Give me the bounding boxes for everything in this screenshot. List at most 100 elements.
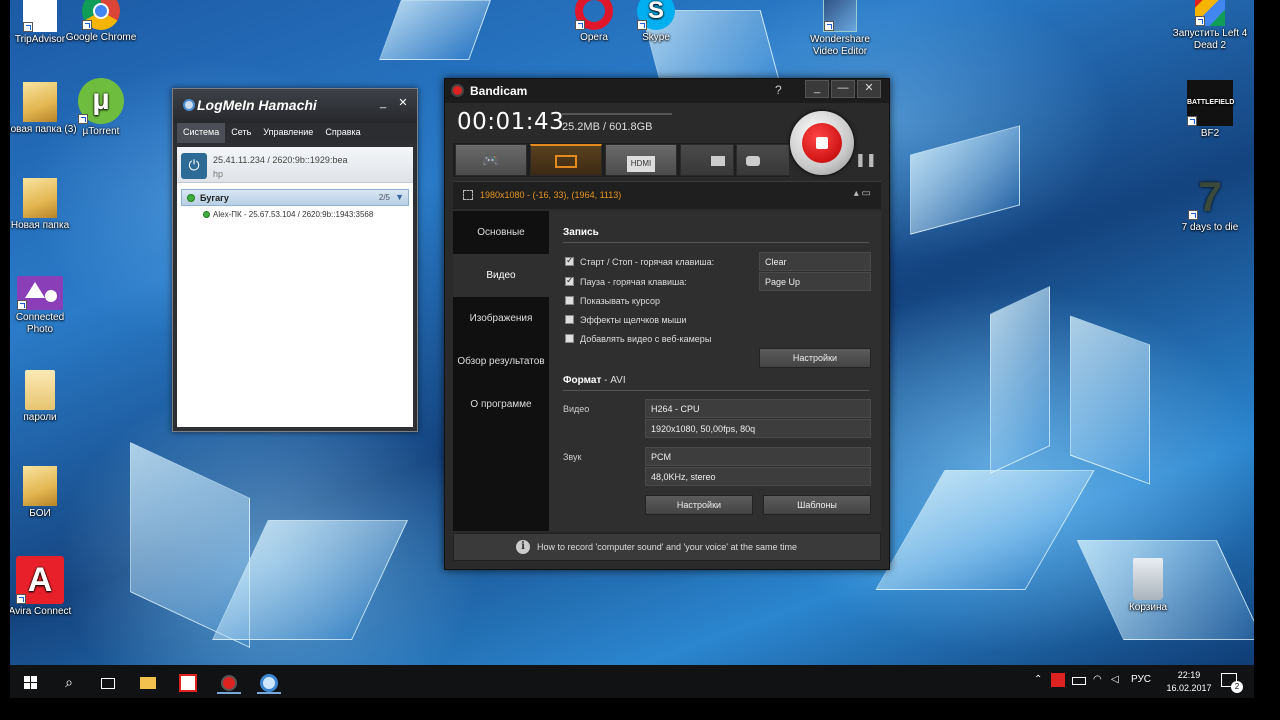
templates-button[interactable]: Шаблоны	[763, 495, 871, 515]
shortcut-arrow-icon	[1188, 210, 1198, 220]
menu-network[interactable]: Сеть	[225, 123, 257, 143]
7-days-to-die-icon: 7	[1188, 174, 1232, 220]
close-button[interactable]: ✕	[857, 80, 881, 98]
power-icon[interactable]: ⏻	[181, 153, 207, 179]
screen-mode-button[interactable]	[530, 144, 602, 176]
desktop-icon-bf2[interactable]: BATTLEFIELD BF2	[1172, 80, 1248, 140]
shortcut-arrow-icon	[17, 300, 27, 310]
webcam-checkbox[interactable]: Добавлять видео с веб-камеры	[565, 334, 711, 344]
desktop-icon-recycle-bin[interactable]: Корзина	[1110, 558, 1186, 614]
menu-system[interactable]: Система	[177, 123, 226, 143]
hotkey-pause-checkbox[interactable]: Пауза - горячая клавиша:	[565, 275, 687, 287]
search-icon[interactable]: ⌕	[57, 670, 81, 694]
chevron-up-icon[interactable]: ⌃	[1034, 674, 1042, 685]
bandicam-title: Bandicam	[470, 84, 528, 98]
avira-tray-icon[interactable]	[1051, 673, 1065, 687]
hamachi-minimize-button[interactable]: _	[375, 96, 391, 112]
show-cursor-checkbox[interactable]: Показывать курсор	[565, 296, 660, 306]
checkbox-icon	[565, 315, 574, 324]
desktop-icon-connected-photo[interactable]: Connected Photo	[10, 276, 78, 336]
shortcut-arrow-icon	[1195, 16, 1205, 26]
bandicam-taskbar-icon[interactable]	[217, 670, 241, 694]
minimize-button[interactable]: _	[805, 80, 829, 98]
tripadvisor-icon	[23, 0, 57, 32]
menu-manage[interactable]: Управление	[257, 123, 319, 143]
nav-about[interactable]: О программе	[453, 383, 549, 426]
hdmi-mode-button[interactable]: HDMI	[605, 144, 677, 176]
hamachi-logo-icon	[183, 99, 195, 111]
audio-codec-field[interactable]: PCM	[645, 447, 871, 466]
desktop-icon-label: БОИ	[29, 508, 51, 519]
folder-button[interactable]	[680, 144, 734, 176]
clock[interactable]: 22:19 16.02.2017	[1161, 669, 1217, 695]
nav-general[interactable]: Основные	[453, 211, 549, 254]
battlefield-icon: BATTLEFIELD	[1187, 80, 1234, 126]
hotkey-pause-field[interactable]: Page Up	[759, 272, 871, 291]
bandicam-titlebar[interactable]: Bandicam ? _ — ✕	[445, 79, 889, 103]
desktop-icon-avira-connect[interactable]: A Avira Connect	[10, 556, 78, 618]
desktop-icon-left4dead2[interactable]: Запустить Left 4 Dead 2	[1172, 0, 1248, 52]
desktop-icon-skype[interactable]: S Skype	[618, 0, 694, 44]
selection-rectangle-icon[interactable]	[463, 190, 473, 200]
desktop-icon-label: Opera	[580, 32, 608, 43]
online-status-icon	[187, 194, 195, 202]
desktop-icon-new-folder[interactable]: Новая папка	[10, 178, 78, 232]
hamachi-menubar: Система Сеть Управление Справка	[173, 123, 417, 143]
shortcut-arrow-icon	[637, 20, 647, 30]
hotkey-start-checkbox[interactable]: Старт / Стоп - горячая клавиша:	[565, 255, 714, 267]
click-effects-checkbox[interactable]: Эффекты щелчков мыши	[565, 315, 686, 325]
desktop-icon-wondershare[interactable]: Wondershare Video Editor	[802, 0, 878, 58]
desktop-icon-google-chrome[interactable]: Google Chrome	[63, 0, 139, 44]
chevron-down-icon[interactable]: ▼	[395, 192, 404, 202]
avira-taskbar-icon[interactable]	[176, 670, 200, 694]
video-codec-field[interactable]: H264 - CPU	[645, 399, 871, 418]
desktop-icon-label: Avira Connect	[10, 606, 72, 617]
task-view-icon[interactable]	[96, 670, 120, 694]
desktop-icon-utorrent[interactable]: µ µTorrent	[63, 78, 139, 138]
nav-output[interactable]: Обзор результатов	[453, 340, 549, 383]
settings-panel: Основные Видео Изображения Обзор результ…	[453, 211, 881, 531]
network-row[interactable]: Бугагу 2/5 ▼	[181, 189, 409, 206]
maximize-button[interactable]: —	[831, 80, 855, 98]
wallpaper-ice-shard	[875, 470, 1095, 590]
menu-help[interactable]: Справка	[319, 123, 366, 143]
checkbox-label: Пауза - горячая клавиша:	[580, 277, 687, 287]
video-params-field[interactable]: 1920x1080, 50,00fps, 80q	[645, 419, 871, 438]
game-mode-button[interactable]: 🎮	[455, 144, 527, 176]
volume-icon[interactable]: ◁	[1111, 674, 1119, 685]
hamachi-taskbar-icon[interactable]	[257, 670, 281, 694]
hamachi-close-button[interactable]: ✕	[395, 96, 411, 112]
language-indicator[interactable]: РУС	[1131, 674, 1151, 685]
desktop-icon-label: Новая папка	[10, 220, 70, 231]
text-file-icon	[25, 370, 55, 410]
folder-open-icon	[711, 156, 725, 166]
mode-toolbar: 🎮 HDMI	[453, 143, 790, 177]
collapse-window-icon[interactable]: ▴ ▭	[854, 188, 871, 199]
nav-video[interactable]: Видео	[453, 254, 549, 297]
screenshot-button[interactable]	[736, 144, 790, 176]
tip-bar[interactable]: i How to record 'computer sound' and 'yo…	[453, 533, 881, 561]
hotkey-start-field[interactable]: Clear	[759, 252, 871, 271]
desktop-icon-boi[interactable]: БОИ	[10, 466, 78, 520]
record-stop-button[interactable]	[790, 111, 854, 175]
desktop-icon-label: Google Chrome	[65, 32, 137, 43]
help-button[interactable]: ?	[775, 83, 782, 97]
desktop-icon-7-days-to-die[interactable]: 7 7 days to die	[1172, 174, 1248, 234]
audio-params-field[interactable]: 48,0KHz, stereo	[645, 467, 871, 486]
desktop-icon-label: Wondershare Video Editor	[810, 34, 870, 57]
wifi-icon[interactable]: ◠	[1093, 674, 1102, 685]
battery-icon[interactable]	[1072, 677, 1086, 685]
nav-images[interactable]: Изображения	[453, 297, 549, 340]
capture-area-text: 1980x1080 - (-16, 33), (1964, 1113)	[480, 190, 622, 200]
peer-row[interactable]: Alex-ПК - 25.67.53.104 / 2620:9b::1943:3…	[203, 206, 413, 222]
file-explorer-icon[interactable]	[136, 670, 160, 694]
pause-button[interactable]: ❚❚	[855, 152, 877, 168]
checkbox-icon	[565, 296, 574, 305]
camera-icon	[746, 156, 760, 166]
format-settings-button[interactable]: Настройки	[645, 495, 753, 515]
desktop-icon-passwords[interactable]: пароли	[10, 370, 78, 424]
record-settings-button[interactable]: Настройки	[759, 348, 871, 368]
windows-start-icon[interactable]	[18, 670, 42, 694]
hamachi-titlebar[interactable]: LogMeIn Hamachi _ ✕	[173, 89, 417, 123]
clock-date: 16.02.2017	[1166, 683, 1212, 693]
